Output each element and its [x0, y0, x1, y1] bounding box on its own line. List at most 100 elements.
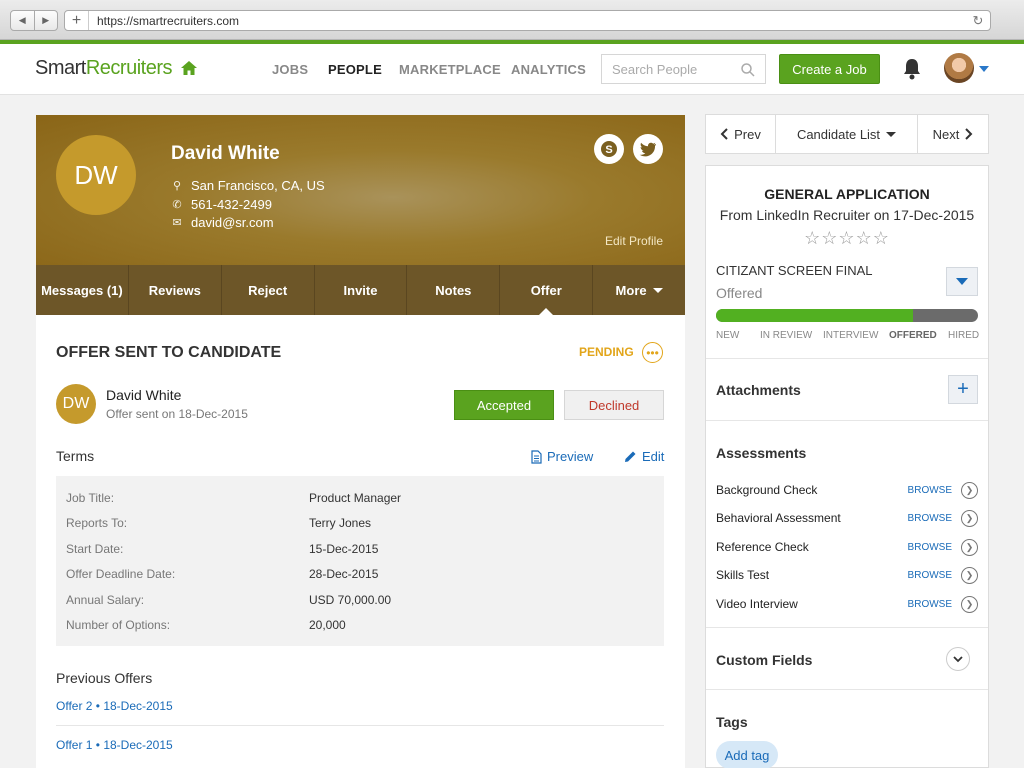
caret-down-icon	[956, 278, 968, 285]
step-label: IN REVIEW	[760, 330, 813, 341]
reload-icon[interactable]: ↻	[966, 13, 990, 29]
browse-link[interactable]: BROWSE	[908, 485, 952, 496]
term-value: USD 70,000.00	[309, 592, 392, 607]
accepted-button[interactable]: Accepted	[454, 390, 554, 420]
terms-table: Job Title: Product Manager Reports To: Ter…	[56, 476, 664, 646]
chevron-right-circle-icon[interactable]: ❯	[961, 481, 978, 499]
search-input[interactable]: Search People	[601, 54, 766, 84]
progress-fill	[716, 309, 913, 322]
tab-reviews[interactable]: Reviews	[129, 265, 222, 315]
divider	[56, 725, 664, 726]
back-icon[interactable]: ◀	[11, 11, 35, 30]
table-row: Job Title: Product Manager	[66, 485, 654, 511]
tab-more-label: More	[615, 282, 647, 298]
table-row: Offer Deadline Date: 28-Dec-2015	[66, 562, 654, 588]
new-tab-icon[interactable]: +	[65, 11, 89, 30]
location-pin-icon: ⚲	[172, 180, 182, 192]
nav-jobs[interactable]: JOBS	[272, 62, 308, 77]
preview-link[interactable]: Preview	[531, 449, 593, 464]
logo[interactable]: SmartRecruiters	[35, 57, 172, 80]
tab-more[interactable]: More	[593, 265, 685, 315]
table-row: Annual Salary: USD 70,000.00	[66, 587, 654, 613]
url-text[interactable]: https://smartrecruiters.com	[89, 14, 966, 28]
term-key: Start Date:	[66, 541, 124, 556]
browse-link[interactable]: BROWSE	[908, 513, 952, 524]
skype-icon[interactable]: S	[594, 134, 624, 164]
twitter-icon[interactable]	[633, 134, 663, 164]
nav-people[interactable]: PEOPLE	[328, 62, 382, 77]
chevron-right-circle-icon[interactable]: ❯	[961, 509, 978, 527]
candidate-profile-banner: DW David White ⚲ San Francisco, CA, US ✆…	[36, 115, 685, 265]
term-key: Job Title:	[66, 490, 115, 505]
term-key: Offer Deadline Date:	[66, 567, 176, 582]
candidate-pager: Prev Candidate List Next	[705, 114, 989, 154]
next-label: Next	[932, 126, 960, 142]
term-value: 15-Dec-2015	[309, 541, 379, 556]
chevron-down-icon	[652, 287, 663, 293]
previous-offer-link[interactable]: Offer 1 • 18-Dec-2015	[56, 738, 173, 752]
chevron-right-circle-icon[interactable]: ❯	[961, 595, 978, 613]
chevron-right-circle-icon[interactable]: ❯	[961, 566, 978, 584]
divider	[706, 627, 988, 628]
status-badge: PENDING	[579, 345, 634, 359]
stage-dropdown-button[interactable]	[946, 267, 978, 296]
previous-offer-link[interactable]: Offer 2 • 18-Dec-2015	[56, 699, 173, 713]
create-job-button[interactable]: Create a Job	[779, 54, 880, 84]
logo-part2: Recruiters	[85, 57, 173, 79]
tab-messages[interactable]: Messages (1)	[36, 265, 129, 315]
term-value: 28-Dec-2015	[309, 567, 379, 582]
nav-analytics[interactable]: ANALYTICS	[511, 62, 586, 77]
prev-button[interactable]: Prev	[706, 115, 776, 153]
forward-icon[interactable]: ▶	[35, 11, 58, 30]
term-value: Product Manager	[309, 490, 402, 505]
browse-link[interactable]: BROWSE	[908, 599, 952, 610]
search-placeholder: Search People	[612, 61, 698, 77]
declined-button[interactable]: Declined	[564, 390, 664, 420]
edit-profile-link[interactable]: Edit Profile	[605, 234, 663, 248]
chevron-right-circle-icon[interactable]: ❯	[961, 538, 978, 556]
browser-nav-buttons: ◀ ▶	[10, 10, 58, 31]
home-icon[interactable]	[180, 60, 198, 79]
candidate-list-dropdown[interactable]: Candidate List	[776, 115, 918, 153]
list-item: Skills Test BROWSE ❯	[716, 565, 978, 585]
bell-icon[interactable]	[902, 58, 922, 83]
tab-offer[interactable]: Offer	[500, 265, 594, 315]
term-key: Annual Salary:	[66, 592, 145, 607]
tab-reject[interactable]: Reject	[222, 265, 315, 315]
logo-part1: Smart	[35, 57, 86, 79]
candidate-phone[interactable]: 561-432-2499	[191, 197, 272, 212]
candidate-avatar-small: DW	[56, 384, 96, 424]
chevron-down-icon[interactable]	[979, 66, 989, 72]
chevron-left-icon	[720, 128, 728, 140]
tab-notes[interactable]: Notes	[407, 265, 501, 315]
list-item: Video Interview BROWSE ❯	[716, 594, 978, 614]
assessment-name: Skills Test	[716, 568, 770, 582]
more-options-icon[interactable]: •••	[642, 342, 663, 363]
term-value: 20,000	[309, 618, 346, 633]
pencil-icon	[625, 451, 636, 462]
expand-custom-fields-button[interactable]	[946, 647, 970, 671]
table-row: Reports To: Terry Jones	[66, 511, 654, 537]
chevron-down-icon	[953, 655, 963, 662]
step-label: HIRED	[948, 330, 980, 341]
edit-link[interactable]: Edit	[623, 449, 664, 464]
previous-offers-heading: Previous Offers	[56, 670, 153, 686]
candidate-email[interactable]: david@sr.com	[191, 215, 274, 230]
add-tag-button[interactable]: Add tag	[716, 741, 778, 768]
preview-label: Preview	[547, 449, 594, 464]
browse-link[interactable]: BROWSE	[908, 542, 952, 553]
address-bar[interactable]: + https://smartrecruiters.com ↻	[64, 10, 991, 31]
assessment-name: Behavioral Assessment	[716, 511, 841, 525]
app-header: SmartRecruiters JOBS PEOPLE MARKETPLACE …	[0, 44, 1024, 95]
user-avatar[interactable]	[944, 53, 974, 83]
star-rating[interactable]: ☆☆☆☆☆	[706, 228, 988, 249]
attachments-heading: Attachments	[716, 382, 801, 398]
next-button[interactable]: Next	[918, 115, 988, 153]
phone-line: ✆ 561-432-2499	[171, 197, 272, 212]
application-source: From LinkedIn Recruiter on 17-Dec-2015	[719, 207, 975, 223]
browse-link[interactable]: BROWSE	[908, 570, 952, 581]
assessment-name: Background Check	[716, 483, 818, 497]
tab-invite[interactable]: Invite	[315, 265, 408, 315]
nav-marketplace[interactable]: MARKETPLACE	[399, 62, 501, 77]
add-attachment-button[interactable]: +	[948, 375, 978, 404]
